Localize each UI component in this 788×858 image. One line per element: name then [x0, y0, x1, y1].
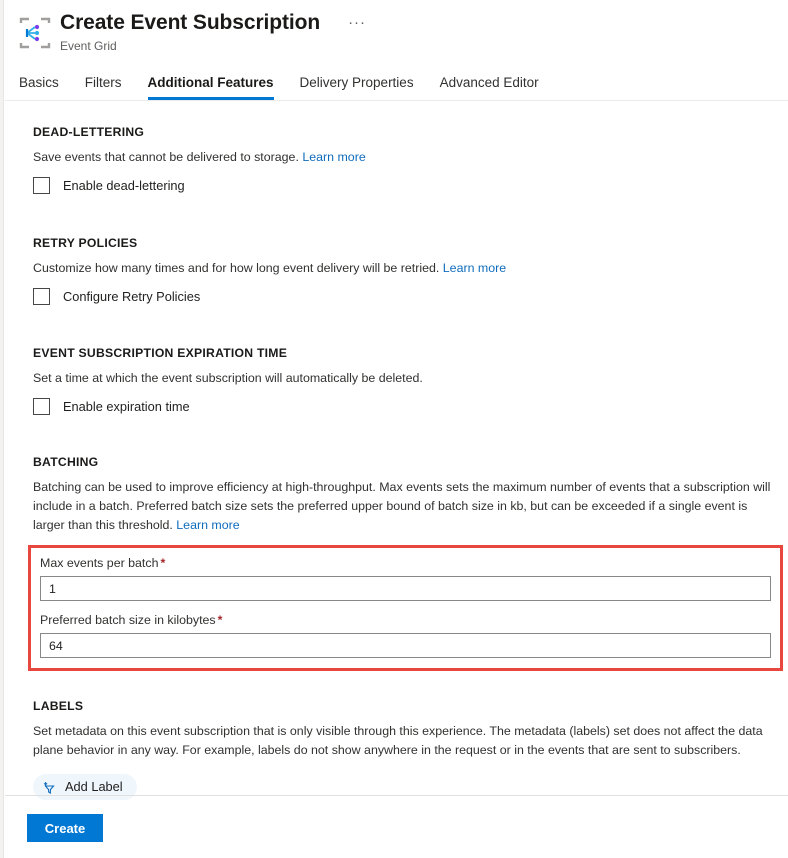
preferred-batch-size-label: Preferred batch size in kilobytes* — [40, 612, 771, 629]
title-block: Create Event Subscription ··· Event Grid — [60, 10, 370, 54]
add-filter-icon — [42, 780, 57, 795]
tab-bar: Basics Filters Additional Features Deliv… — [5, 62, 788, 100]
retry-policies-title: RETRY POLICIES — [33, 236, 788, 250]
blade-header: Create Event Subscription ··· Event Grid — [5, 0, 788, 62]
create-event-subscription-blade: Create Event Subscription ··· Event Grid… — [0, 0, 788, 858]
section-labels: LABELS Set metadata on this event subscr… — [33, 699, 788, 800]
batching-highlight-box: Max events per batch* Preferred batch si… — [28, 545, 783, 671]
dead-lettering-description-text: Save events that cannot be delivered to … — [33, 150, 299, 164]
footer-divider — [5, 795, 788, 796]
tab-delivery-properties[interactable]: Delivery Properties — [300, 75, 414, 100]
blade-content: Create Event Subscription ··· Event Grid… — [5, 0, 788, 858]
enable-expiration-time-row[interactable]: Enable expiration time — [33, 398, 788, 415]
enable-expiration-time-checkbox[interactable] — [33, 398, 50, 415]
tab-basics[interactable]: Basics — [19, 75, 59, 100]
add-label-button-text: Add Label — [65, 779, 123, 795]
page-title: Create Event Subscription — [60, 10, 320, 36]
enable-dead-lettering-label[interactable]: Enable dead-lettering — [63, 177, 185, 194]
enable-dead-lettering-row[interactable]: Enable dead-lettering — [33, 177, 788, 194]
configure-retry-policies-checkbox[interactable] — [33, 288, 50, 305]
event-grid-icon — [18, 16, 52, 50]
blade-body: DEAD-LETTERING Save events that cannot b… — [5, 125, 788, 800]
tabs-divider — [5, 100, 788, 101]
retry-policies-description: Customize how many times and for how lon… — [33, 259, 781, 278]
configure-retry-policies-label[interactable]: Configure Retry Policies — [63, 288, 200, 305]
section-expiration-time: EVENT SUBSCRIPTION EXPIRATION TIME Set a… — [33, 346, 788, 415]
retry-policies-description-text: Customize how many times and for how lon… — [33, 261, 439, 275]
expiration-time-title: EVENT SUBSCRIPTION EXPIRATION TIME — [33, 346, 788, 360]
section-batching: BATCHING Batching can be used to improve… — [33, 455, 788, 671]
enable-expiration-time-label[interactable]: Enable expiration time — [63, 398, 190, 415]
labels-description: Set metadata on this event subscription … — [33, 722, 778, 760]
tab-additional-features[interactable]: Additional Features — [148, 75, 274, 100]
batching-learn-more-link[interactable]: Learn more — [176, 518, 239, 532]
preferred-batch-size-required-marker: * — [218, 613, 223, 627]
batching-description-text: Batching can be used to improve efficien… — [33, 480, 770, 532]
section-dead-lettering: DEAD-LETTERING Save events that cannot b… — [33, 125, 788, 194]
max-events-per-batch-label-text: Max events per batch — [40, 556, 158, 570]
page-subtitle: Event Grid — [60, 39, 370, 54]
create-button[interactable]: Create — [27, 814, 103, 842]
batching-title: BATCHING — [33, 455, 788, 469]
tab-filters[interactable]: Filters — [85, 75, 122, 100]
labels-title: LABELS — [33, 699, 788, 713]
batching-description: Batching can be used to improve efficien… — [33, 478, 781, 535]
preferred-batch-size-input[interactable] — [40, 633, 771, 658]
max-events-required-marker: * — [160, 556, 165, 570]
header-row: Create Event Subscription ··· Event Grid — [5, 10, 788, 54]
max-events-per-batch-label: Max events per batch* — [40, 555, 771, 572]
blade-footer: Create — [27, 814, 103, 842]
dead-lettering-title: DEAD-LETTERING — [33, 125, 788, 139]
add-label-row: Add Label — [33, 774, 788, 800]
retry-policies-learn-more-link[interactable]: Learn more — [443, 261, 506, 275]
field-spacer — [40, 601, 771, 612]
configure-retry-policies-row[interactable]: Configure Retry Policies — [33, 288, 788, 305]
dead-lettering-description: Save events that cannot be delivered to … — [33, 148, 781, 167]
section-retry-policies: RETRY POLICIES Customize how many times … — [33, 236, 788, 305]
more-options-button[interactable]: ··· — [344, 13, 370, 33]
add-label-button[interactable]: Add Label — [33, 774, 137, 800]
left-rail — [0, 0, 4, 858]
max-events-per-batch-input[interactable] — [40, 576, 771, 601]
tab-advanced-editor[interactable]: Advanced Editor — [440, 75, 539, 100]
enable-dead-lettering-checkbox[interactable] — [33, 177, 50, 194]
expiration-time-description: Set a time at which the event subscripti… — [33, 369, 781, 388]
dead-lettering-learn-more-link[interactable]: Learn more — [302, 150, 365, 164]
title-line: Create Event Subscription ··· — [60, 10, 370, 36]
preferred-batch-size-label-text: Preferred batch size in kilobytes — [40, 613, 216, 627]
